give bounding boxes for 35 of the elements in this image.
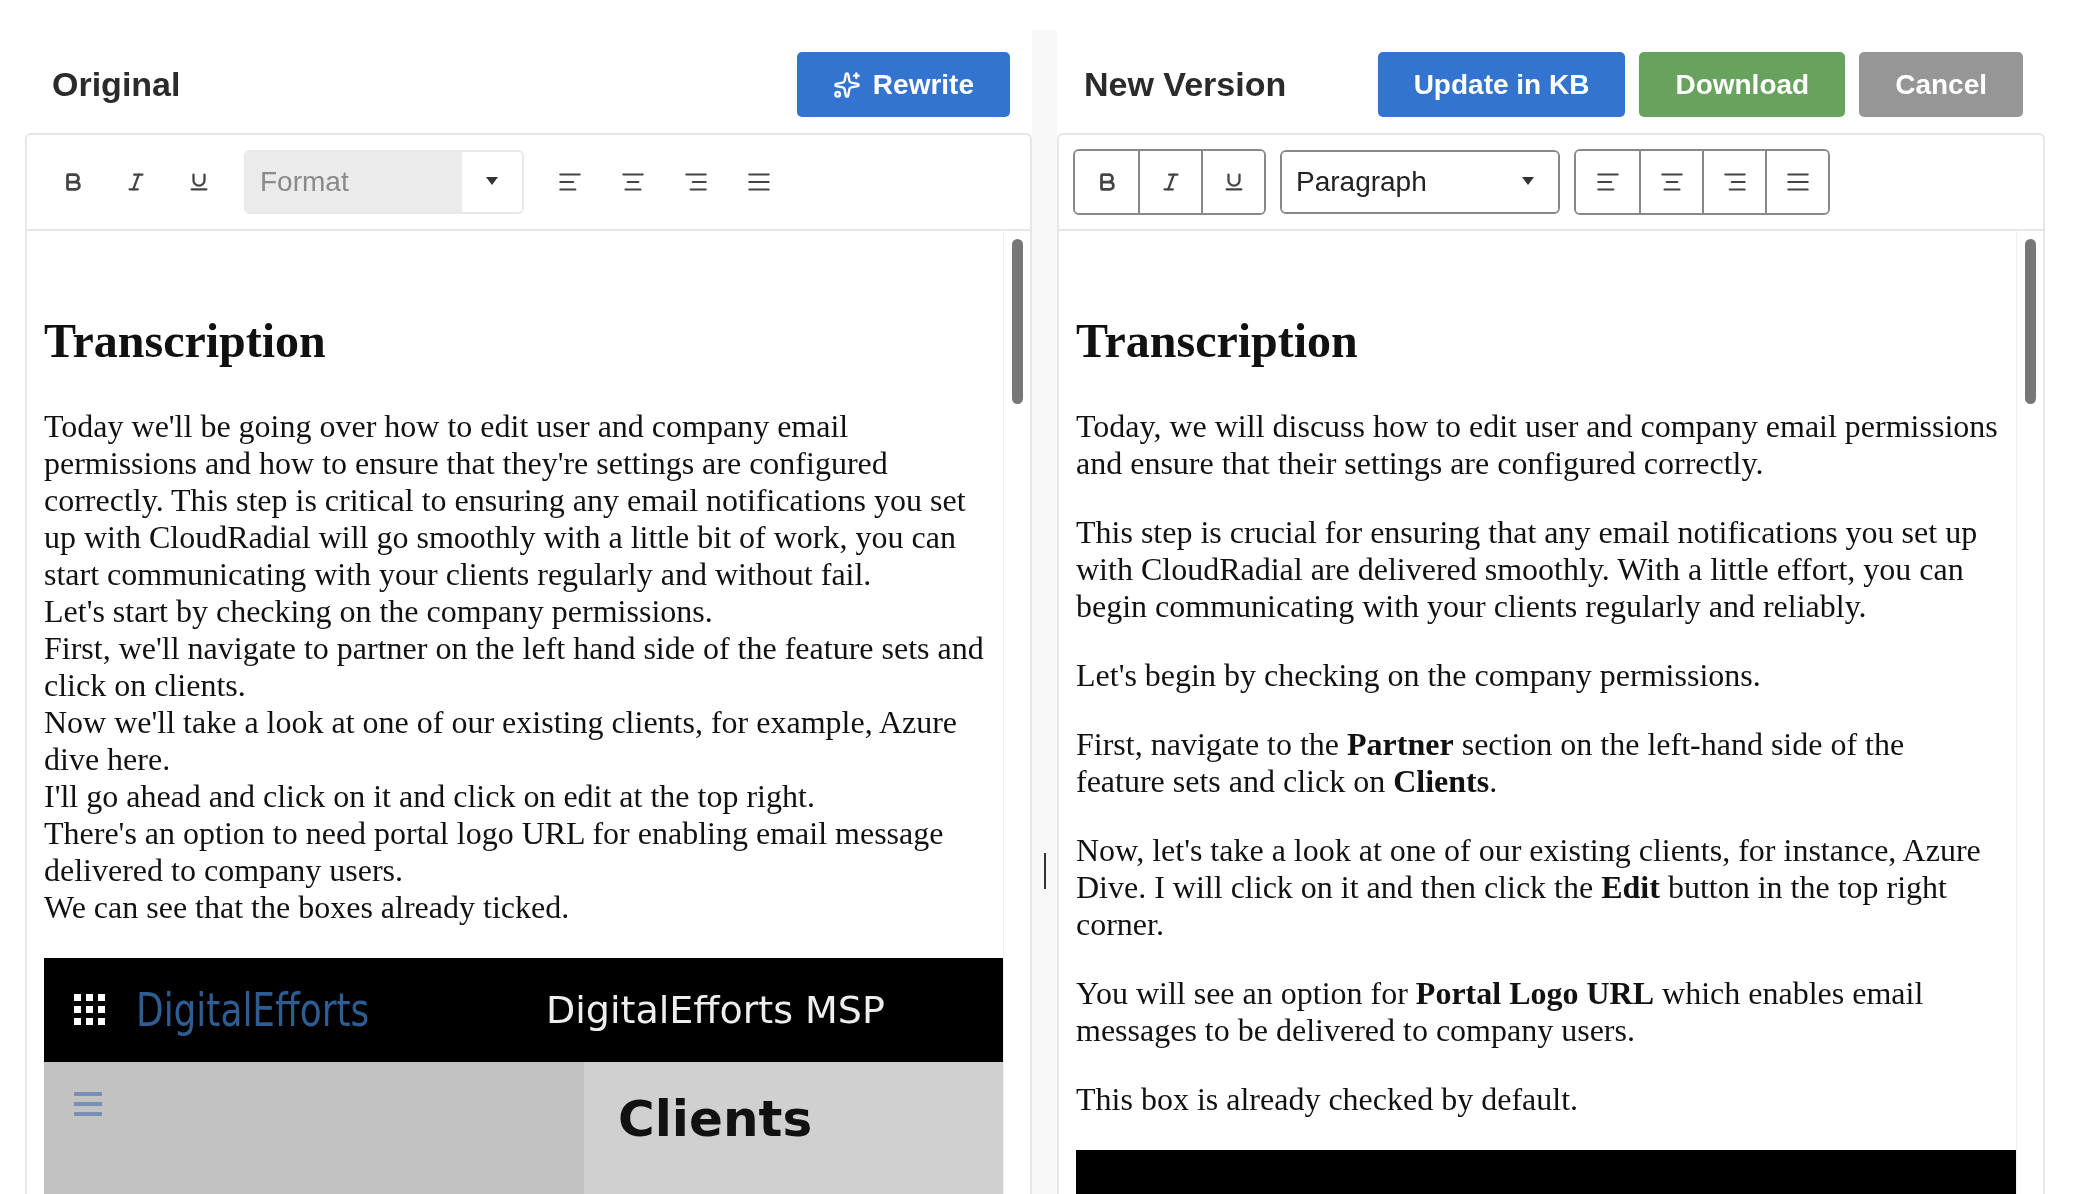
paragraph-text: Let's begin by checking on the company permissions. (1076, 657, 1762, 694)
paragraph-text: This step is crucial for ensuring that any email notifications you set up with CloudRadial are delivered smoothly. With a little effort, you can begin communicating with your clients regularly and reliably. (1076, 514, 1979, 625)
account-name: DigitalEfforts MSP (546, 988, 885, 1032)
scrollbar-thumb[interactable] (1011, 239, 1023, 404)
paragraph-text: First, navigate to the Partner section on the left-hand side of the feature sets and click on Clients. (1076, 726, 1906, 800)
align-justify-button[interactable] (1765, 151, 1828, 213)
page-title: Clients (618, 1090, 813, 1148)
paragraph-text: I'll go ahead and click on it and click on edit at the top right. (44, 778, 816, 815)
paragraph-text: Now, let's take a look at one of our existing clients, for instance, Azure Dive. I will click on it and then click the Edit button in the top right corner. (1076, 832, 1982, 943)
sparkles-icon (832, 70, 861, 99)
panel-title: New Version (1084, 65, 1288, 104)
format-select[interactable]: Format (244, 150, 524, 214)
paragraph-text: Let's start by checking on the company permissions. (44, 593, 714, 630)
download-button[interactable]: Download (1639, 52, 1846, 117)
resize-handle[interactable] (1043, 853, 1046, 889)
brand-name: DigitalEfforts (136, 983, 371, 1037)
format-select[interactable]: Paragraph (1280, 150, 1560, 214)
document-heading: Transcription (1076, 313, 1359, 368)
rewrite-button[interactable]: Rewrite (796, 52, 1010, 117)
paragraph-text: This box is already checked by default. (1076, 1081, 1580, 1118)
paragraph-text: Today, we will discuss how to edit user and company email permissions and ensure that their settings are configured correctly. (1076, 408, 1999, 482)
scrollbar-thumb[interactable] (2024, 239, 2036, 404)
underline-button[interactable] (1201, 151, 1264, 213)
cancel-button[interactable]: Cancel (1859, 52, 2023, 117)
menu-icon (74, 1092, 102, 1116)
paragraph-text: We can see that the boxes already ticked. (44, 889, 571, 926)
app-grid-icon (74, 994, 106, 1026)
paragraph-text: You will see an option for Portal Logo URL which enables email messages to be delivered to company users. (1076, 975, 1925, 1049)
document-heading: Transcription (44, 313, 327, 368)
paragraph-text: Today we'll be going over how to edit user and company email permissions and how to ensure that they're settings are configured correctly. This step is critical to ensuring any email notifications you set up with CloudRadial will go smoothly with a little bit of work, you can start communicating with your clients regularly and without fail. (44, 408, 967, 593)
panel-title: Original (52, 65, 182, 104)
paragraph-text: First, we'll navigate to partner on the left hand side of the feature sets and click on clients. (44, 630, 985, 704)
paragraph-text: There's an option to need portal logo URL for enabling email message delivered to company users. (44, 815, 945, 889)
paragraph-text: Now we'll take a look at one of our existing clients, for example, Azure dive here. (44, 704, 959, 778)
update-button[interactable]: Update in KB (1377, 52, 1626, 117)
